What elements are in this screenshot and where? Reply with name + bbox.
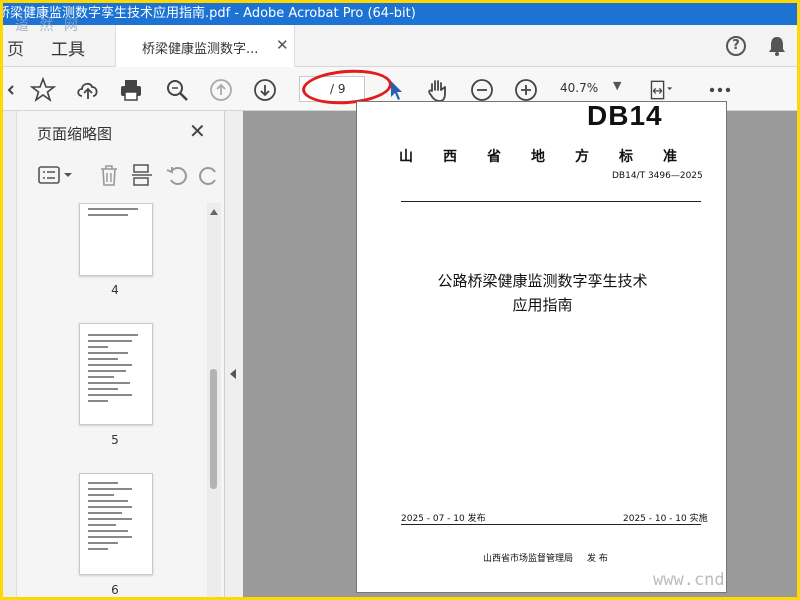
footer-rule: [401, 524, 701, 525]
collapse-panel-icon[interactable]: [230, 369, 236, 379]
pointer-icon[interactable]: [383, 77, 409, 103]
thumbnail-page-4[interactable]: [79, 203, 153, 276]
zoom-search-icon[interactable]: [164, 77, 190, 103]
document-view[interactable]: DB14 山西省地方标准 DB14/T 3496—2025 公路桥梁健康监测数字…: [243, 101, 797, 597]
thumbnail-page-6[interactable]: [79, 473, 153, 575]
thumbnail-list: 4 5 6: [17, 203, 207, 597]
thumbnail-content: [80, 482, 152, 550]
hand-icon[interactable]: [425, 77, 451, 103]
thumbnail-content: [80, 334, 152, 402]
page-down-icon[interactable]: [252, 77, 278, 103]
more-icon[interactable]: [707, 77, 733, 103]
left-nav-strip: [3, 111, 17, 597]
sidebar-toggle-icon[interactable]: [3, 77, 29, 103]
pdf-page: DB14 山西省地方标准 DB14/T 3496—2025 公路桥梁健康监测数字…: [356, 101, 727, 593]
zoom-out-icon[interactable]: [469, 77, 495, 103]
standard-header: DB14: [587, 100, 663, 131]
scrollbar-thumb[interactable]: [210, 369, 217, 489]
issuer-action: 发 布: [587, 554, 608, 564]
page-up-icon[interactable]: [208, 77, 234, 103]
thumbnail-label: 5: [111, 433, 119, 447]
rotate-ccw-icon[interactable]: [165, 163, 189, 187]
document-title-line2: 应用指南: [512, 296, 573, 314]
tab-home[interactable]: 页: [7, 35, 24, 60]
zoom-dropdown-icon[interactable]: ▼: [613, 79, 621, 92]
delete-icon[interactable]: [97, 163, 121, 187]
options-menu-icon[interactable]: [37, 164, 77, 186]
acrobat-window: 桥梁健康监测数字孪生技术应用指南.pdf - Adobe Acrobat Pro…: [3, 3, 797, 597]
thumbnail-page-5[interactable]: [79, 323, 153, 425]
tab-tools[interactable]: 工具: [51, 35, 85, 60]
star-icon[interactable]: [30, 77, 56, 103]
watermark-bottom: www.cnd: [653, 570, 725, 590]
implement-date: 2025 - 10 - 10 实施: [623, 514, 708, 524]
zoom-level-field[interactable]: 40.7%: [560, 81, 598, 95]
thumbnail-toolbar: [17, 156, 225, 196]
tab-row: 页 工具 桥梁健康监测数字... ✕ ?: [3, 25, 797, 67]
panel-close-icon[interactable]: ✕: [189, 119, 206, 143]
header-rule: [401, 201, 701, 202]
tab-close-icon[interactable]: ✕: [276, 36, 289, 54]
tab-document[interactable]: 桥梁健康监测数字... ✕: [115, 25, 295, 67]
document-title-line1: 公路桥梁健康监测数字孪生技术: [437, 272, 648, 290]
print-icon[interactable]: [118, 77, 144, 103]
help-icon[interactable]: ?: [726, 36, 746, 56]
issuer-name: 山西省市场监督管理局: [483, 554, 574, 564]
scroll-up-icon[interactable]: [210, 209, 218, 215]
insert-page-icon[interactable]: [130, 163, 154, 187]
thumbnail-label: 4: [111, 283, 119, 297]
thumbnail-panel: 页面缩略图 ✕ 4 5 6: [17, 111, 225, 597]
thumbnail-scrollbar[interactable]: [207, 203, 221, 597]
thumbnail-content: [80, 208, 152, 216]
upload-icon[interactable]: [75, 77, 101, 103]
rotate-cw-icon[interactable]: [197, 163, 221, 187]
thumbnail-panel-title: 页面缩略图: [37, 125, 113, 143]
province-standard-label: 山西省地方标准: [399, 149, 707, 165]
thumbnail-label: 6: [111, 583, 119, 597]
title-bar: 桥梁健康监测数字孪生技术应用指南.pdf - Adobe Acrobat Pro…: [3, 3, 797, 25]
standard-code: DB14/T 3496—2025: [612, 171, 703, 181]
issue-date: 2025 - 07 - 10 发布: [401, 514, 486, 524]
zoom-in-icon[interactable]: [513, 77, 539, 103]
tab-document-label: 桥梁健康监测数字...: [142, 42, 259, 57]
bell-icon[interactable]: [767, 35, 787, 57]
panel-splitter[interactable]: [225, 111, 243, 597]
watermark-top: 道 然 网: [15, 18, 81, 34]
